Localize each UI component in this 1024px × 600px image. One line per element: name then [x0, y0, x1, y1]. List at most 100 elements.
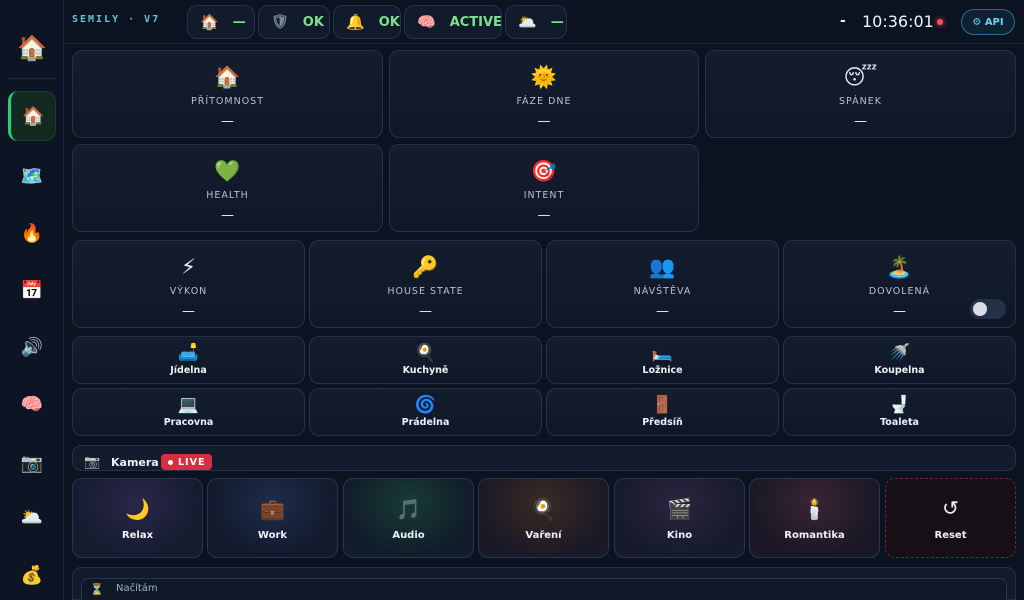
- home-logo-icon[interactable]: 🏠: [10, 30, 54, 66]
- scene-label: Audio: [392, 530, 425, 541]
- frying-pan-icon: 🍳: [531, 497, 556, 521]
- home-icon: 🏠: [200, 13, 219, 31]
- toggle-knob: [973, 302, 987, 316]
- house-state-value: —: [419, 304, 432, 319]
- candle-icon: 🕯️: [802, 497, 827, 521]
- api-button[interactable]: ⚙ API: [961, 9, 1015, 35]
- room-laundry[interactable]: 🌀 Prádelna: [309, 388, 542, 436]
- house-state-label: HOUSE STATE: [387, 286, 464, 297]
- alerts-chip[interactable]: 🔔 OK: [333, 5, 401, 39]
- room-dining[interactable]: 🛋️ Jídelna: [72, 336, 305, 384]
- cyclone-icon: 🌀: [414, 395, 437, 415]
- vacation-toggle[interactable]: [970, 299, 1006, 319]
- home-icon: 🏠: [22, 105, 45, 127]
- music-notes-icon: 🎵: [396, 497, 421, 521]
- ai-status-chip-value: ACTIVE: [449, 14, 502, 30]
- visit-card[interactable]: 👥 NÁVŠTĚVA —: [546, 240, 779, 328]
- room-bathroom[interactable]: 🚿 Koupelna: [783, 336, 1016, 384]
- scene-relax-button[interactable]: 🌙 Relax: [72, 478, 203, 558]
- scene-work-button[interactable]: 💼 Work: [207, 478, 338, 558]
- room-label: Toaleta: [880, 417, 919, 428]
- cloud-sun-icon: 🌥️: [518, 13, 537, 31]
- intent-card[interactable]: 🎯 INTENT —: [389, 144, 699, 232]
- camera-icon: 📷: [84, 455, 101, 470]
- room-bedroom[interactable]: 🛏️ Ložnice: [546, 336, 779, 384]
- security-chip[interactable]: 🛡 OK: [258, 5, 330, 39]
- room-kitchen[interactable]: 🍳 Kuchyně: [309, 336, 542, 384]
- sidebar-item-energy[interactable]: 🔥: [8, 208, 56, 258]
- top-bar: SEMILY · V7 🏠 — 🛡 OK 🔔 OK 🧠 ACTIVE 🌥️ — …: [64, 0, 1024, 44]
- room-toilet[interactable]: 🚽 Toaleta: [783, 388, 1016, 436]
- house-state-card[interactable]: 🔑 HOUSE STATE —: [309, 240, 542, 328]
- presence-card[interactable]: 🏠 PŘÍTOMNOST —: [72, 50, 383, 138]
- sleeping-face-icon: 😴: [843, 65, 878, 89]
- weather-chip-value: —: [550, 14, 564, 30]
- frying-pan-icon: 🍳: [414, 343, 437, 363]
- power-label: VÝKON: [169, 286, 208, 297]
- scene-romance-button[interactable]: 🕯️ Romantika: [749, 478, 880, 558]
- scene-label: Romantika: [784, 530, 845, 541]
- sun-icon: 🌞: [530, 65, 558, 89]
- day-phase-label: FÁZE DNE: [516, 96, 572, 107]
- live-label: LIVE: [178, 456, 206, 468]
- sidebar-item-brain[interactable]: 🧠: [8, 379, 56, 429]
- sidebar-divider: [8, 78, 56, 79]
- day-phase-card[interactable]: 🌞 FÁZE DNE —: [389, 50, 699, 138]
- shower-icon: 🚿: [888, 343, 911, 363]
- presence-chip[interactable]: 🏠 —: [187, 5, 255, 39]
- sidebar-item-audio[interactable]: 🔊: [8, 322, 56, 372]
- scene-cooking-button[interactable]: 🍳 Vaření: [478, 478, 609, 558]
- room-label: Ložnice: [642, 365, 683, 376]
- sidebar-item-camera[interactable]: 📷: [8, 438, 56, 488]
- brand-title: SEMILY · V7: [72, 14, 161, 25]
- room-hallway[interactable]: 🚪 Předsíň: [546, 388, 779, 436]
- camera-panel[interactable]: 📷 Kamera LIVE: [72, 445, 1016, 471]
- recording-indicator: [937, 19, 943, 25]
- health-card[interactable]: 💚 HEALTH —: [72, 144, 383, 232]
- island-icon: 🏝️: [886, 255, 913, 279]
- sidebar-item-map[interactable]: 🗺️: [8, 151, 56, 201]
- sidebar-item-finance[interactable]: 💰: [8, 550, 56, 600]
- camera-title: Kamera: [111, 456, 159, 469]
- intent-label: INTENT: [523, 190, 565, 201]
- sleep-card[interactable]: 😴 SPÁNEK —: [705, 50, 1016, 138]
- scene-reset-button[interactable]: ↺ Reset: [885, 478, 1016, 558]
- security-chip-value: OK: [302, 14, 324, 30]
- live-dot: [168, 459, 173, 465]
- sidebar-item-weather[interactable]: 🌥️: [8, 492, 56, 542]
- ai-status-chip[interactable]: 🧠 ACTIVE: [404, 5, 502, 39]
- hourglass-icon: ⏳: [90, 583, 104, 596]
- vacation-label: DOVOLENÁ: [868, 286, 931, 297]
- shield-icon: 🛡: [271, 14, 289, 30]
- sidebar-item-home[interactable]: 🏠: [8, 91, 56, 141]
- presence-value: —: [221, 114, 234, 129]
- scene-audio-button[interactable]: 🎵 Audio: [343, 478, 474, 558]
- sidebar-item-calendar[interactable]: 📅: [8, 265, 56, 315]
- room-study[interactable]: 💻 Pracovna: [72, 388, 305, 436]
- camera-icon: 📷: [20, 452, 44, 474]
- power-card[interactable]: ⚡ VÝKON —: [72, 240, 305, 328]
- reset-icon: ↺: [942, 496, 959, 520]
- scene-label: Kino: [666, 530, 693, 541]
- scene-cinema-button[interactable]: 🎬 Kino: [614, 478, 745, 558]
- home-icon: 🏠: [214, 65, 241, 89]
- sidebar: 🏠 🏠 🗺️ 🔥 📅 🔊 🧠 📷 🌥️ 💰: [0, 0, 64, 600]
- vacation-card[interactable]: 🏝️ DOVOLENÁ —: [783, 240, 1016, 328]
- money-bag-icon: 💰: [20, 564, 44, 586]
- clapper-board-icon: 🎬: [667, 497, 692, 521]
- visit-value: —: [656, 304, 669, 319]
- room-label: Jídelna: [170, 365, 207, 376]
- intent-value: —: [537, 208, 551, 223]
- cloud-sun-icon: 🌥️: [20, 506, 44, 528]
- fire-icon: 🔥: [20, 222, 44, 244]
- weather-chip[interactable]: 🌥️ —: [505, 5, 567, 39]
- moon-icon: 🌙: [125, 497, 150, 521]
- room-label: Předsíň: [642, 417, 683, 428]
- presence-label: PŘÍTOMNOST: [190, 96, 265, 107]
- scene-label: Reset: [934, 530, 967, 541]
- status-inner: ⏳ Načítám: [81, 578, 1007, 600]
- room-label: Kuchyně: [402, 365, 449, 376]
- door-icon: 🚪: [651, 395, 674, 415]
- toilet-icon: 🚽: [888, 395, 911, 415]
- alerts-chip-value: OK: [378, 14, 400, 30]
